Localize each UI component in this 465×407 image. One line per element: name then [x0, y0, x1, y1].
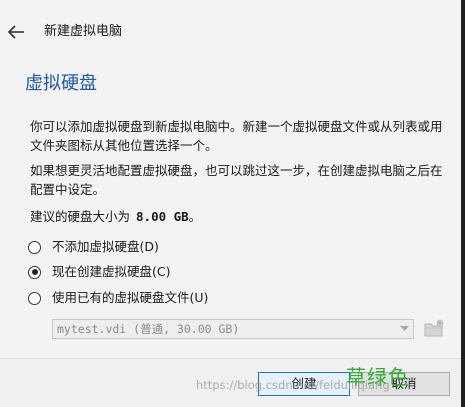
radio-label: 使用已有的虚拟硬盘文件(U)	[52, 290, 209, 305]
recommended-size-suffix: 。	[188, 209, 202, 224]
chevron-down-icon	[400, 326, 409, 331]
existing-disk-select[interactable]: mytest.vdi (普通, 30.00 GB)	[52, 319, 414, 339]
description-paragraph-1: 你可以添加虚拟硬盘到新虚拟电脑中。新建一个虚拟硬盘文件或从列表或用文件夹图标从其…	[30, 119, 443, 153]
window-edge	[461, 0, 465, 407]
folder-icon	[424, 319, 444, 337]
radio-button-checked[interactable]	[28, 265, 41, 279]
radio-no-disk[interactable]: 不添加虚拟硬盘(D)	[28, 237, 159, 257]
existing-disk-select-value: mytest.vdi (普通, 30.00 GB)	[57, 322, 240, 336]
recommended-size-label: 建议的硬盘大小为	[30, 209, 131, 224]
wizard-footer: 创建 取消	[0, 358, 461, 407]
radio-create-disk[interactable]: 现在创建虚拟硬盘(C)	[28, 262, 170, 282]
cancel-button[interactable]: 取消	[358, 372, 450, 396]
radio-use-existing[interactable]: 使用已有的虚拟硬盘文件(U)	[28, 288, 208, 308]
wizard-content: 虚拟硬盘 你可以添加虚拟硬盘到新虚拟电脑中。新建一个虚拟硬盘文件或从列表或用文件…	[0, 62, 461, 358]
radio-label: 不添加虚拟硬盘(D)	[52, 239, 159, 254]
radio-label: 现在创建虚拟硬盘(C)	[52, 264, 171, 279]
wizard-title: 新建虚拟电脑	[44, 24, 123, 39]
recommended-size-line: 建议的硬盘大小为 8.00 GB。	[30, 207, 201, 226]
wizard-header: 新建虚拟电脑	[0, 0, 461, 62]
arrow-left-icon	[7, 25, 24, 39]
radio-button[interactable]	[28, 240, 41, 254]
radio-button[interactable]	[28, 291, 41, 305]
new-vm-wizard-window: 新建虚拟电脑 虚拟硬盘 你可以添加虚拟硬盘到新虚拟电脑中。新建一个虚拟硬盘文件或…	[0, 0, 465, 407]
description-paragraph-2: 如果想更灵活地配置虚拟硬盘，也可以跳过这一步，在创建虚拟电脑之后在配置中设定。	[30, 163, 443, 197]
create-button[interactable]: 创建	[258, 372, 350, 396]
back-button[interactable]	[6, 22, 28, 42]
choose-disk-file-button[interactable]	[422, 317, 446, 339]
page-title: 虚拟硬盘	[25, 73, 97, 94]
recommended-size-value: 8.00 GB	[136, 209, 189, 224]
